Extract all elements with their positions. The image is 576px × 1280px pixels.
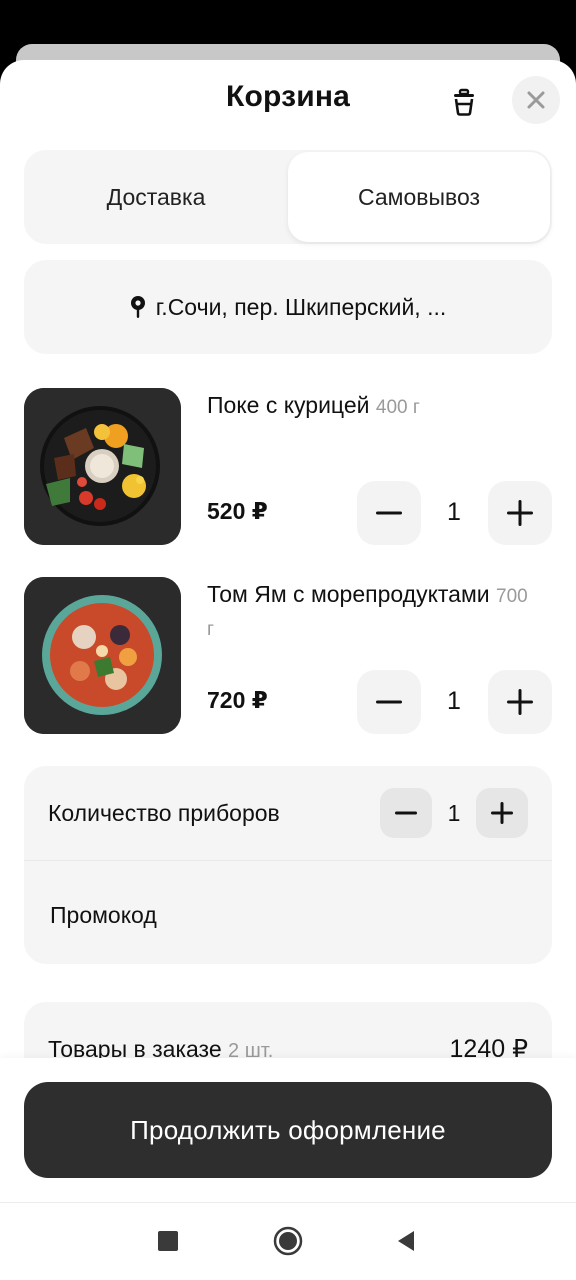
system-nav-bar <box>0 1202 576 1280</box>
quantity-value: 1 <box>447 498 461 526</box>
cart-item-price: 520 ₽ <box>207 498 268 524</box>
recent-apps-icon <box>158 1231 178 1251</box>
decrease-quantity-button[interactable] <box>357 670 421 734</box>
delivery-method-toggle: Доставка Самовывоз <box>24 150 552 244</box>
cart-item-name: Поке с курицей 400 г <box>207 392 420 418</box>
checkout-footer: Продолжить оформление <box>0 1058 576 1202</box>
tab-delivery[interactable]: Доставка <box>24 150 288 244</box>
minus-icon <box>376 700 402 704</box>
decrease-cutlery-button[interactable] <box>380 788 432 838</box>
home-icon <box>273 1226 303 1256</box>
minus-icon <box>395 811 417 815</box>
tom-yam-dish-image <box>24 577 181 734</box>
address-selector[interactable]: г.Сочи, пер. Шкиперский, ... <box>24 260 552 354</box>
promo-code-field[interactable]: Промокод <box>50 902 157 929</box>
cart-item-price: 720 ₽ <box>207 687 268 713</box>
tab-pickup[interactable]: Самовывоз <box>288 152 550 242</box>
order-options-panel: Количество приборов 1 Промокод <box>24 766 552 964</box>
increase-cutlery-button[interactable] <box>476 788 528 838</box>
cart-item-weight: 400 г <box>375 397 420 418</box>
trash-icon <box>454 88 474 116</box>
quantity-value: 1 <box>447 687 461 715</box>
decrease-quantity-button[interactable] <box>357 481 421 545</box>
plus-icon <box>507 500 533 526</box>
continue-checkout-button[interactable]: Продолжить оформление <box>24 1082 552 1178</box>
home-button[interactable] <box>270 1223 306 1259</box>
cutlery-quantity: 1 <box>447 800 461 826</box>
recent-apps-button[interactable] <box>150 1223 186 1259</box>
address-text: г.Сочи, пер. Шкиперский, ... <box>155 293 447 320</box>
location-pin-icon <box>130 296 145 318</box>
poke-dish-image <box>24 388 181 545</box>
minus-icon <box>376 511 402 515</box>
increase-quantity-button[interactable] <box>488 481 552 545</box>
back-icon <box>398 1231 414 1251</box>
divider <box>24 860 552 861</box>
cart-item-name: Том Ям с морепродуктами 700 г <box>207 581 528 640</box>
close-icon <box>527 91 545 109</box>
cart-sheet: Корзина Доставка Самовывоз г.Сочи, пер. … <box>0 60 576 1280</box>
back-button[interactable] <box>388 1223 424 1259</box>
cutlery-label: Количество приборов <box>48 800 280 826</box>
increase-quantity-button[interactable] <box>488 670 552 734</box>
plus-icon <box>491 802 513 824</box>
close-button[interactable] <box>512 76 560 124</box>
clear-cart-button[interactable] <box>444 82 484 122</box>
page-title: Корзина <box>225 80 351 113</box>
plus-icon <box>507 689 533 715</box>
